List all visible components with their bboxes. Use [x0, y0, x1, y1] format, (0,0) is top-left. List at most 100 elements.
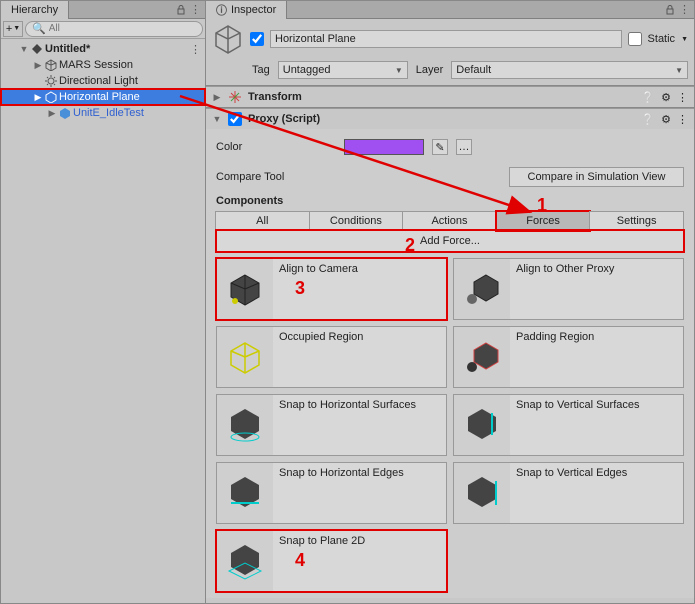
eyedropper-icon: ✎	[435, 141, 444, 154]
tag-dropdown[interactable]: Untagged ▼	[278, 61, 408, 79]
gameobject-name-field[interactable]	[270, 30, 622, 48]
layer-dropdown[interactable]: Default▼	[451, 61, 688, 79]
color-more-button[interactable]: …	[456, 139, 472, 155]
force-thumb	[454, 463, 510, 523]
force-thumb	[454, 327, 510, 387]
snap-ve-icon	[462, 473, 502, 513]
static-checkbox[interactable]	[628, 32, 642, 46]
force-card[interactable]: Snap to Horizontal Edges	[216, 462, 447, 524]
force-label: Occupied Region	[273, 327, 446, 387]
foldout-icon[interactable]: ▼	[212, 114, 222, 124]
tab-actions[interactable]: Actions	[402, 211, 497, 231]
force-card[interactable]: Snap to Plane 2D	[216, 530, 447, 592]
lock-icon[interactable]	[665, 5, 675, 15]
force-label: Snap to Vertical Edges	[510, 463, 683, 523]
compare-button-label: Compare in Simulation View	[528, 171, 666, 183]
hierarchy-search-input[interactable]	[49, 23, 196, 34]
snap-v-icon	[462, 405, 502, 445]
search-icon: 🔍	[32, 22, 46, 35]
tag-layer-row: Tag Untagged▼ Layer Default▼	[206, 59, 694, 86]
tab-all[interactable]: All	[215, 211, 310, 231]
snap-he-icon	[225, 473, 265, 513]
inspector-panel: ⓘ Inspector ⋮ Static ▼ Tag Untagged▼ Lay…	[206, 1, 694, 603]
gameobject-header: Static ▼	[206, 19, 694, 59]
cube-icon	[225, 269, 265, 309]
transform-component: ▶ Transform ❔ ⚙ ⋮	[206, 86, 694, 108]
add-force-button[interactable]: Add Force...	[216, 230, 684, 252]
hierarchy-search[interactable]: 🔍	[25, 21, 203, 37]
foldout-icon[interactable]: ▶	[33, 60, 43, 71]
static-dropdown-icon[interactable]: ▼	[681, 36, 688, 43]
proxy-component: ▼ Proxy (Script) ❔⚙⋮ Color ✎ … Compare T…	[206, 108, 694, 598]
tree-item[interactable]: ▶ MARS Session	[1, 57, 205, 73]
proxy-header[interactable]: ▼ Proxy (Script) ❔ ⚙ ⋮	[206, 109, 694, 129]
color-label: Color	[216, 141, 336, 153]
force-card[interactable]: Align to Camera	[216, 258, 447, 320]
hierarchy-tab[interactable]: Hierarchy	[1, 1, 69, 19]
tree-item-label: Directional Light	[59, 75, 138, 87]
tab-forces[interactable]: Forces	[496, 211, 591, 231]
wire-cube-icon	[225, 337, 265, 377]
layer-value: Default	[456, 64, 491, 76]
component-menu-icon[interactable]: ⋮	[677, 113, 688, 126]
proxy-title: Proxy (Script)	[248, 113, 320, 125]
force-card[interactable]: Align to Other Proxy	[453, 258, 684, 320]
tree-item-label: MARS Session	[59, 59, 133, 71]
tree-item[interactable]: Directional Light	[1, 73, 205, 89]
gameobject-icon	[45, 59, 57, 71]
ellipsis-icon: …	[459, 141, 470, 153]
force-card[interactable]: Snap to Horizontal Surfaces	[216, 394, 447, 456]
tab-conditions[interactable]: Conditions	[309, 211, 404, 231]
force-thumb	[454, 259, 510, 319]
help-icon[interactable]: ❔	[641, 113, 655, 126]
force-card[interactable]: Padding Region	[453, 326, 684, 388]
inspector-tab[interactable]: ⓘ Inspector	[206, 1, 287, 19]
preset-icon[interactable]: ⚙	[661, 91, 671, 104]
force-label: Snap to Vertical Surfaces	[510, 395, 683, 455]
component-menu-icon[interactable]: ⋮	[677, 91, 688, 104]
transform-header[interactable]: ▶ Transform ❔ ⚙ ⋮	[206, 87, 694, 107]
lock-icon[interactable]	[176, 5, 186, 15]
force-thumb	[217, 531, 273, 591]
foldout-icon[interactable]: ▼	[19, 44, 29, 54]
proxy-enabled-checkbox[interactable]	[228, 112, 242, 126]
help-icon[interactable]: ❔	[641, 91, 655, 104]
compare-button[interactable]: Compare in Simulation View	[509, 167, 684, 187]
eyedropper-button[interactable]: ✎	[432, 139, 448, 155]
transform-title: Transform	[248, 91, 302, 103]
foldout-icon[interactable]: ▶	[33, 92, 43, 103]
add-force-label: Add Force...	[420, 235, 480, 247]
force-label: Padding Region	[510, 327, 683, 387]
force-label: Snap to Horizontal Edges	[273, 463, 446, 523]
tab-settings[interactable]: Settings	[589, 211, 684, 231]
tab-label: Forces	[526, 215, 560, 227]
tree-item-label: UnitE_IdleTest	[73, 107, 144, 119]
preset-icon[interactable]: ⚙	[661, 113, 671, 126]
create-button[interactable]: +▼	[3, 21, 23, 37]
force-card[interactable]: Occupied Region	[216, 326, 447, 388]
force-label: Align to Camera	[273, 259, 446, 319]
foldout-icon[interactable]: ▶	[212, 92, 222, 103]
force-card[interactable]: Snap to Vertical Surfaces	[453, 394, 684, 456]
force-card[interactable]: Snap to Vertical Edges	[453, 462, 684, 524]
scene-menu-icon[interactable]: ⋮	[186, 43, 205, 56]
tree-item[interactable]: ▶ UnitE_IdleTest	[1, 105, 205, 121]
info-icon: ⓘ	[216, 2, 227, 18]
chevron-down-icon: ▼	[395, 66, 403, 75]
hierarchy-toolbar: +▼ 🔍	[1, 19, 205, 39]
panel-menu-icon[interactable]: ⋮	[675, 3, 694, 16]
force-thumb	[454, 395, 510, 455]
active-checkbox[interactable]	[250, 32, 264, 46]
tree-item-selected[interactable]: ▶ Horizontal Plane	[1, 89, 205, 105]
scene-row[interactable]: ▼ Untitled* ⋮	[1, 41, 205, 57]
dropdown-arrow-icon: ▼	[13, 25, 20, 32]
component-tabs: All Conditions Actions Forces Settings	[216, 211, 684, 231]
foldout-icon[interactable]: ▶	[47, 108, 57, 119]
hierarchy-tree: ▼ Untitled* ⋮ ▶ MARS Session Directional…	[1, 39, 205, 123]
tag-value: Untagged	[283, 64, 331, 76]
color-swatch[interactable]	[344, 139, 424, 155]
static-label: Static	[648, 33, 676, 45]
panel-menu-icon[interactable]: ⋮	[186, 3, 205, 16]
padding-icon	[462, 337, 502, 377]
proxy-icon	[45, 91, 57, 103]
